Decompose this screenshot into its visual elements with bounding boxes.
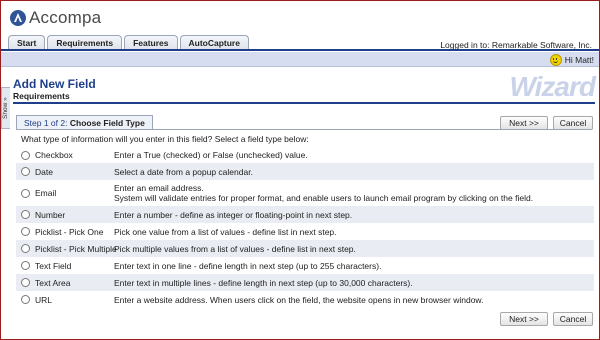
title-divider (13, 102, 595, 104)
header-divider (1, 49, 599, 51)
radio-text-field[interactable] (21, 261, 30, 270)
option-label: Text Area (35, 277, 71, 288)
radio-text-area[interactable] (21, 278, 30, 287)
option-label: Picklist - Pick Multiple (35, 243, 117, 254)
smiley-icon (549, 54, 562, 66)
field-type-question: What type of information will you enter … (21, 134, 309, 144)
option-description: Enter a website address. When users clic… (114, 294, 484, 305)
app-logo[interactable]: Accompa (10, 8, 101, 28)
greeting[interactable]: Hi Matt! (549, 54, 594, 66)
radio-checkbox[interactable] (21, 150, 30, 160)
option-description: Enter text in one line - define length i… (114, 260, 382, 271)
step-divider (16, 129, 589, 130)
cancel-button-top[interactable]: Cancel (553, 116, 593, 130)
page-title: Add New Field (13, 77, 96, 91)
option-description: Enter an email address. (114, 183, 204, 193)
next-button-bottom[interactable]: Next >> (500, 312, 548, 326)
option-label: Checkbox (35, 150, 73, 160)
step-indicator: Step 1 of 2: Choose Field Type (16, 115, 153, 130)
option-description: Pick one value from a list of values - d… (114, 226, 337, 237)
option-description: Select a date from a popup calendar. (114, 166, 253, 177)
list-item[interactable]: Number Enter a number - define as intege… (16, 206, 594, 223)
greeting-text: Hi Matt! (564, 55, 594, 65)
step-title: Choose Field Type (69, 118, 145, 128)
list-item[interactable]: Text Field Enter text in one line - defi… (16, 257, 594, 274)
radio-email[interactable] (21, 188, 30, 198)
list-item[interactable]: Picklist - Pick One Pick one value from … (16, 223, 594, 240)
radio-number[interactable] (21, 210, 30, 219)
option-description: Enter a number - define as integer or fl… (114, 209, 353, 220)
window-frame: Accompa Start Requirements Features Auto… (0, 0, 600, 340)
list-item[interactable]: URL Enter a website address. When users … (16, 291, 594, 308)
next-button-top[interactable]: Next >> (500, 116, 548, 130)
list-item[interactable]: Picklist - Pick Multiple Pick multiple v… (16, 240, 594, 257)
option-description: Enter a True (checked) or False (uncheck… (114, 150, 308, 160)
list-item[interactable]: Checkbox Enter a True (checked) or False… (16, 147, 594, 163)
radio-picklist-multiple[interactable] (21, 244, 30, 253)
list-item[interactable]: Text Area Enter text in multiple lines -… (16, 274, 594, 291)
app-name: Accompa (29, 8, 102, 27)
option-label: Picklist - Pick One (35, 226, 104, 237)
tab-autocapture[interactable]: AutoCapture (179, 35, 249, 50)
option-label: Number (35, 209, 66, 220)
tab-requirements[interactable]: Requirements (47, 35, 123, 50)
option-label: Date (35, 166, 53, 177)
option-description: Enter text in multiple lines - define le… (114, 277, 413, 288)
radio-date[interactable] (21, 167, 30, 176)
list-item[interactable]: Date Select a date from a popup calendar… (16, 163, 594, 180)
tab-features[interactable]: Features (124, 35, 178, 50)
list-item[interactable]: Email Enter an email address. System wil… (16, 180, 594, 206)
radio-picklist-one[interactable] (21, 227, 30, 236)
option-description-detail: System will validate entries for proper … (114, 193, 534, 203)
option-label: Text Field (35, 260, 72, 271)
option-description: Pick multiple values from a list of valu… (114, 243, 356, 254)
user-bar: Hi Matt! (1, 52, 599, 67)
radio-url[interactable] (21, 295, 30, 304)
accompa-logo-icon (10, 10, 26, 26)
cancel-button-bottom[interactable]: Cancel (553, 312, 593, 326)
wizard-watermark: Wizard (509, 71, 596, 102)
tab-start[interactable]: Start (8, 35, 46, 50)
option-label: Email (35, 188, 57, 198)
show-panel-handle[interactable]: Show » (1, 87, 10, 129)
step-number: Step 1 of 2: (24, 118, 68, 128)
option-label: URL (35, 294, 53, 305)
page-subtitle: Requirements (13, 91, 70, 101)
main-tabs: Start Requirements Features AutoCapture (8, 35, 249, 50)
